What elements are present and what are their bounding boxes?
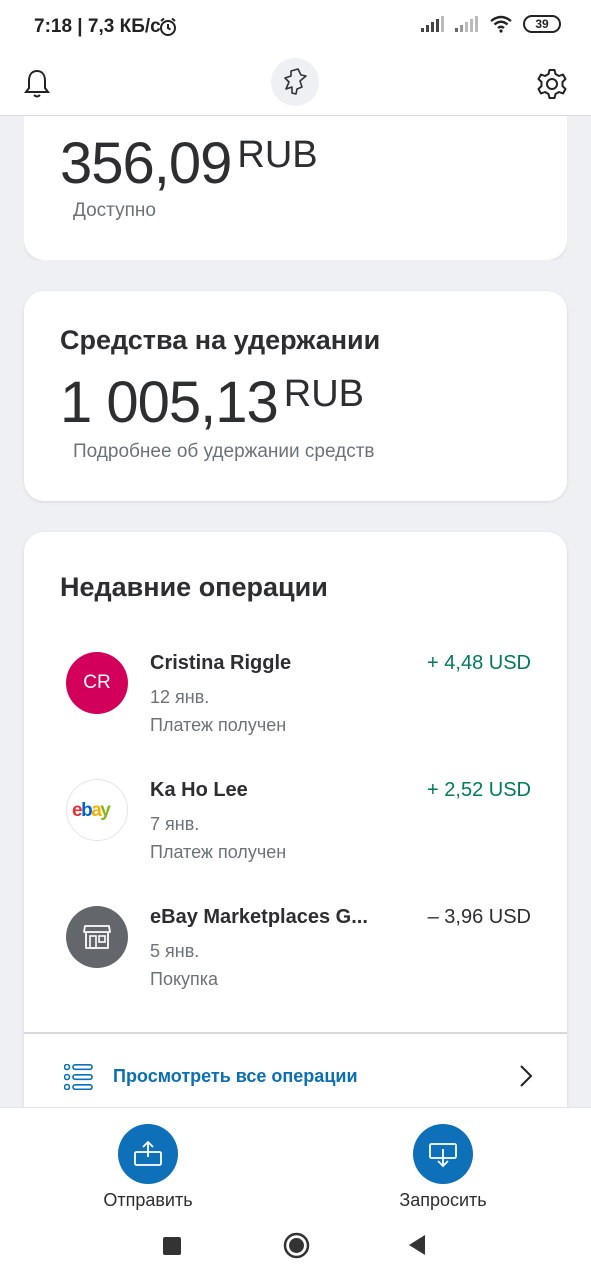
transaction-name: Cristina Riggle [150,652,292,674]
ebay-logo-icon: ebay [66,779,128,841]
transaction-amount: – 3,96 USD [427,906,531,928]
status-time: 7:18 | 7,3 КБ/с [34,16,161,37]
list-icon [64,1064,93,1090]
transaction-status: Покупка [150,969,219,989]
svg-text:ebay: ebay [72,800,111,821]
recent-title: Недавние операции [60,572,328,602]
top-app-bar [0,56,591,116]
transaction-row[interactable]: ebay Ka Ho Lee 7 янв. Платеж получен + 2… [24,779,567,889]
view-all-transactions-link[interactable]: Просмотреть все операции [24,1034,567,1114]
alarm-icon [160,17,176,36]
hold-currency: RUB [283,373,365,415]
avatar-initials: CR [83,672,111,693]
request-label: Запросить [399,1190,487,1210]
battery-icon: 39 [523,15,561,33]
transaction-name: eBay Marketplaces G... [150,906,368,928]
transaction-status: Платеж получен [150,715,287,735]
request-button[interactable]: Запросить [383,1124,503,1211]
transaction-amount: + 2,52 USD [427,779,531,801]
hold-value: 1 005,13 [60,370,279,435]
request-money-icon [413,1124,473,1184]
balance-amount: 356,09 RUB [60,130,318,197]
transaction-amount: + 4,48 USD [427,652,531,674]
status-bar: 7:18 | 7,3 КБ/с 39 [0,0,591,56]
balance-value: 356,09 [60,131,232,196]
hold-details-link[interactable]: Подробнее об удержании средств [73,441,375,463]
avatar: CR [66,652,128,714]
hold-title: Средства на удержании [60,325,381,355]
back-icon[interactable] [407,1233,427,1257]
hold-card[interactable]: Средства на удержании 1 005,13 RUB Подроб… [24,291,567,501]
send-label: Отправить [103,1190,193,1210]
status-icons: 39 [421,15,561,33]
paypal-logo-icon [271,58,319,106]
transaction-date: 5 янв. [150,941,200,961]
balance-currency: RUB [237,134,318,176]
signal-icon [455,16,478,32]
signal-icon [421,16,444,32]
transaction-date: 12 янв. [150,687,210,707]
transaction-name: Ka Ho Lee [150,779,248,801]
shop-icon [66,906,128,968]
bell-icon[interactable] [22,68,52,100]
send-button[interactable]: Отправить [88,1124,208,1211]
wifi-icon [490,15,512,33]
system-nav-bar [0,1210,591,1280]
recent-transactions-card: Недавние операции CR Cristina Riggle 12 … [24,532,567,1152]
transaction-row[interactable]: eBay Marketplaces G... 5 янв. Покупка – … [24,906,567,1016]
recents-icon[interactable] [163,1237,181,1255]
gear-icon[interactable] [535,67,569,101]
view-all-label: Просмотреть все операции [113,1066,358,1086]
send-money-icon [118,1124,178,1184]
balance-available-label: Доступно [73,200,156,221]
transaction-status: Платеж получен [150,842,287,862]
transaction-date: 7 янв. [150,814,200,834]
hold-amount: 1 005,13 RUB [60,369,364,436]
bottom-action-bar: Отправить Запросить [0,1107,591,1210]
battery-level: 39 [535,17,549,31]
home-icon[interactable] [283,1232,310,1259]
transaction-row[interactable]: CR Cristina Riggle 12 янв. Платеж получе… [24,652,567,762]
chevron-right-icon [520,1065,533,1087]
